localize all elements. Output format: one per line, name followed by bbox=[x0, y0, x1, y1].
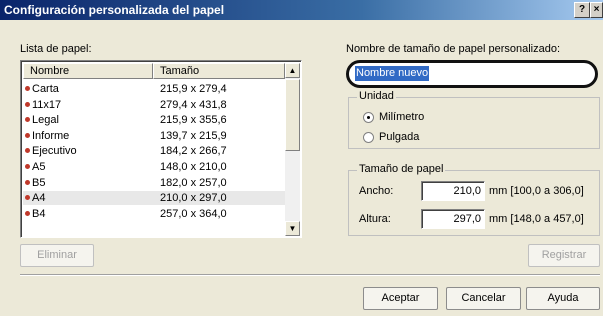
dialog-window: Configuración personalizada del papel ? … bbox=[0, 0, 603, 316]
unit-inch-radio[interactable] bbox=[363, 132, 374, 143]
paper-size: 257,0 x 364,0 bbox=[160, 207, 227, 220]
bullet-icon bbox=[25, 195, 30, 201]
paper-size: 139,7 x 215,9 bbox=[160, 129, 227, 142]
bullet-icon bbox=[25, 179, 30, 185]
scroll-thumb[interactable] bbox=[285, 79, 300, 151]
cancel-button[interactable]: Cancelar bbox=[446, 287, 521, 310]
paper-list-item[interactable]: A5 148,0 x 210,0 bbox=[23, 160, 285, 174]
unit-group: Unidad Milímetro Pulgada bbox=[348, 90, 600, 149]
paper-list-item[interactable]: B4 257,0 x 364,0 bbox=[23, 207, 285, 221]
paper-name: A5 bbox=[32, 161, 46, 173]
paper-name: Ejecutivo bbox=[32, 145, 77, 158]
ok-button[interactable]: Aceptar bbox=[363, 287, 438, 310]
paper-name: B5 bbox=[32, 176, 46, 189]
paper-size: 182,0 x 257,0 bbox=[160, 176, 227, 189]
paper-list-item[interactable]: Carta 215,9 x 279,4 bbox=[23, 82, 285, 96]
bullet-icon bbox=[25, 86, 30, 91]
close-icon[interactable]: × bbox=[590, 2, 603, 18]
paper-size-group: Tamaño de papel Ancho: 210,0 mm [100,0 a… bbox=[348, 163, 600, 236]
paper-name: Informe bbox=[32, 129, 70, 142]
width-label: Ancho: bbox=[359, 185, 394, 197]
title-bar: Configuración personalizada del papel ? … bbox=[0, 0, 603, 20]
paper-name: Carta bbox=[32, 83, 59, 95]
width-range: mm [100,0 a 306,0] bbox=[489, 185, 584, 197]
custom-name-input[interactable]: Nombre nuevo bbox=[346, 60, 598, 88]
help-button[interactable]: Ayuda bbox=[526, 287, 600, 310]
unit-inch-label[interactable]: Pulgada bbox=[379, 131, 419, 143]
dialog-title: Configuración personalizada del papel bbox=[4, 3, 225, 17]
bullet-icon bbox=[25, 101, 30, 107]
custom-name-value: Nombre nuevo bbox=[355, 66, 430, 81]
unit-mm-label[interactable]: Milímetro bbox=[379, 111, 424, 123]
register-button[interactable]: Registrar bbox=[528, 244, 600, 267]
separator bbox=[20, 274, 600, 276]
paper-name: Legal bbox=[32, 114, 59, 127]
paper-size-legend: Tamaño de papel bbox=[357, 163, 446, 175]
width-field[interactable]: 210,0 bbox=[421, 181, 485, 201]
paper-size: 148,0 x 210,0 bbox=[160, 161, 227, 173]
bullet-icon bbox=[25, 117, 30, 123]
paper-list-item[interactable]: Informe 139,7 x 215,9 bbox=[23, 129, 285, 143]
column-header-name[interactable]: Nombre bbox=[23, 63, 153, 79]
list-scrollbar[interactable]: ▲ ▼ bbox=[285, 63, 300, 236]
delete-button[interactable]: Eliminar bbox=[20, 244, 94, 267]
paper-name: 11x17 bbox=[32, 98, 62, 111]
paper-list-item[interactable]: Ejecutivo 184,2 x 266,7 bbox=[23, 144, 285, 158]
unit-mm-radio[interactable] bbox=[363, 112, 374, 123]
scroll-down-icon[interactable]: ▼ bbox=[285, 221, 300, 236]
paper-size: 210,0 x 297,0 bbox=[160, 192, 227, 205]
help-icon[interactable]: ? bbox=[574, 2, 590, 18]
bullet-icon bbox=[25, 164, 30, 169]
column-header-size[interactable]: Tamaño bbox=[153, 63, 285, 79]
paper-list-label: Lista de papel: bbox=[20, 43, 92, 55]
paper-size: 215,9 x 279,4 bbox=[160, 83, 227, 95]
height-range: mm [148,0 a 457,0] bbox=[489, 213, 584, 225]
bullet-icon bbox=[25, 148, 30, 154]
paper-list[interactable]: Nombre Tamaño Carta 215,9 x 279,4 11x17 279… bbox=[20, 60, 302, 238]
paper-list-item[interactable]: A4 210,0 x 297,0 bbox=[23, 191, 285, 206]
bullet-icon bbox=[25, 132, 30, 138]
unit-legend: Unidad bbox=[357, 90, 396, 102]
paper-list-item[interactable]: 11x17 279,4 x 431,8 bbox=[23, 98, 285, 112]
custom-name-label: Nombre de tamaño de papel personalizado: bbox=[346, 43, 561, 55]
bullet-icon bbox=[25, 210, 30, 216]
paper-name: A4 bbox=[32, 192, 46, 205]
height-field[interactable]: 297,0 bbox=[421, 209, 485, 229]
paper-size: 279,4 x 431,8 bbox=[160, 98, 227, 111]
paper-list-item[interactable]: Legal 215,9 x 355,6 bbox=[23, 113, 285, 127]
paper-name: B4 bbox=[32, 207, 46, 220]
paper-size: 184,2 x 266,7 bbox=[160, 145, 227, 158]
scroll-up-icon[interactable]: ▲ bbox=[285, 63, 300, 78]
paper-list-item[interactable]: B5 182,0 x 257,0 bbox=[23, 176, 285, 190]
paper-size: 215,9 x 355,6 bbox=[160, 114, 227, 127]
height-label: Altura: bbox=[359, 213, 391, 225]
